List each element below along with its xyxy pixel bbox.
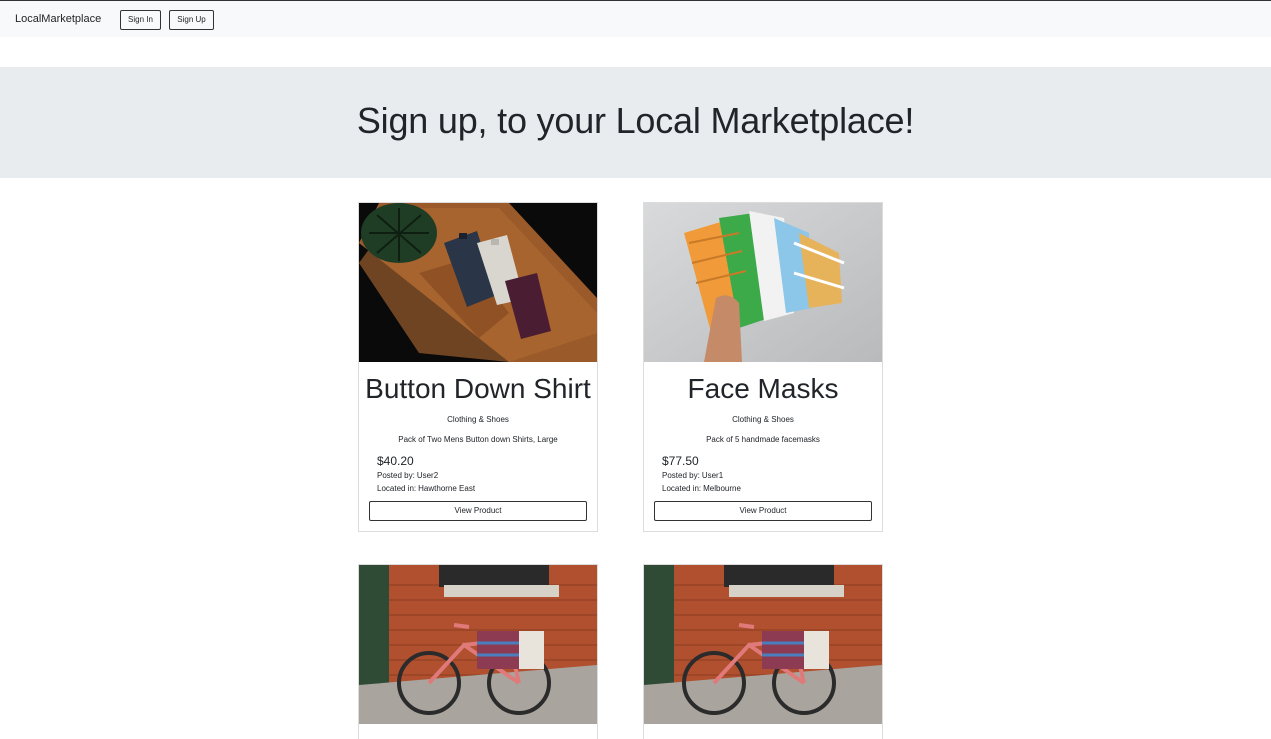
view-product-button[interactable]: View Product [654, 501, 872, 521]
product-location: Located in: Hawthorne East [377, 484, 475, 493]
product-image-masks[interactable] [644, 203, 882, 362]
location-label: Located in: [662, 484, 702, 493]
product-image-bicycle[interactable] [644, 565, 882, 724]
location-label: Located in: [377, 484, 417, 493]
view-product-button[interactable]: View Product [369, 501, 587, 521]
product-description: Pack of Two Mens Button down Shirts, Lar… [398, 435, 558, 444]
product-card: Face Masks Clothing & Shoes Pack of 5 ha… [643, 202, 883, 532]
product-posted-by: Posted by: User2 [377, 471, 438, 480]
sign-up-button[interactable]: Sign Up [169, 10, 214, 30]
sign-in-button[interactable]: Sign In [120, 10, 161, 30]
posted-by-user: User1 [701, 471, 724, 480]
product-price: $40.20 [377, 454, 414, 468]
product-image-shirts[interactable] [359, 203, 597, 362]
product-price: $77.50 [662, 454, 699, 468]
posted-by-label: Posted by: [377, 471, 415, 480]
posted-by-label: Posted by: [662, 471, 700, 480]
product-image-bicycle[interactable] [359, 565, 597, 724]
product-category: Clothing & Shoes [447, 415, 509, 424]
product-card: Button Down Shirt Clothing & Shoes Pack … [358, 202, 598, 532]
product-card [358, 564, 598, 739]
product-title: Button Down Shirt [365, 373, 591, 404]
hero-heading: Sign up, to your Local Marketplace! [356, 100, 915, 141]
location-value: Hawthorne East [418, 484, 476, 493]
location-value: Melbourne [703, 484, 741, 493]
hero-jumbotron: Sign up, to your Local Marketplace! [0, 67, 1271, 178]
top-navbar: LocalMarketplace Sign In Sign Up [0, 0, 1271, 37]
product-location: Located in: Melbourne [662, 484, 741, 493]
product-category: Clothing & Shoes [732, 415, 794, 424]
product-description: Pack of 5 handmade facemasks [706, 435, 820, 444]
product-title: Face Masks [687, 373, 839, 404]
product-posted-by: Posted by: User1 [662, 471, 723, 480]
product-card [643, 564, 883, 739]
posted-by-user: User2 [416, 471, 439, 480]
brand-logo-link[interactable]: LocalMarketplace [15, 13, 101, 25]
